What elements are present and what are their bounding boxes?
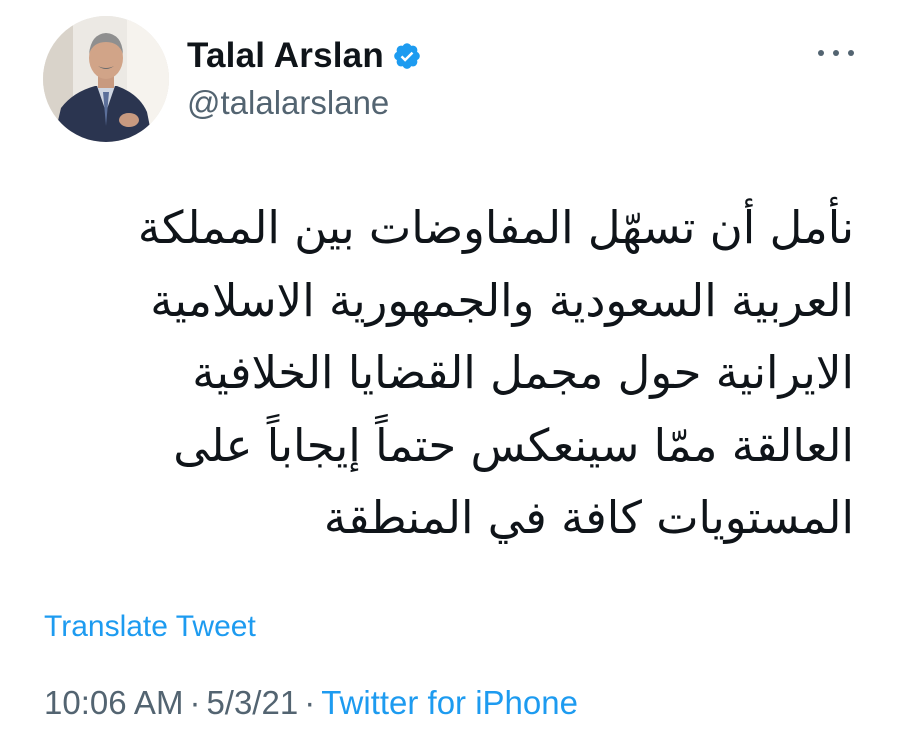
author-info: Talal Arslan @talalarslane [187,32,422,122]
more-options-icon[interactable] [818,46,854,60]
more-dot-icon [833,50,839,56]
tweet-text-line: المستويات كافة في المنطقة [323,491,854,544]
display-name[interactable]: Talal Arslan [187,36,384,76]
separator: · [189,684,201,721]
tweet-date[interactable]: 5/3/21 [206,684,298,721]
tweet-card: Talal Arslan @talalarslane نأمل أن تسهّل… [0,0,900,753]
avatar[interactable] [43,16,169,142]
tweet-text-line: نأمل أن تسهّل المفاوضات بين المملكة [137,201,854,254]
verified-badge-icon [392,41,422,71]
tweet-text: نأمل أن تسهّل المفاوضات بين المملكة العر… [114,192,854,555]
tweet-text-line: الايرانية حول مجمل القضايا الخلافية [192,346,854,399]
author-name-row: Talal Arslan [187,32,422,80]
tweet-meta: 10:06 AM · 5/3/21 · Twitter for iPhone [44,684,578,722]
avatar-photo [43,16,169,142]
tweet-source-link[interactable]: Twitter for iPhone [321,684,578,721]
more-dot-icon [848,50,854,56]
tweet-text-line: العالقة ممّا سينعكس حتماً إيجاباً على [173,418,854,472]
more-dot-icon [818,50,824,56]
handle[interactable]: @talalarslane [187,84,422,122]
separator: · [304,684,316,721]
tweet-text-line: العربية السعودية والجمهورية الاسلامية [150,273,854,327]
translate-tweet-link[interactable]: Translate Tweet [44,610,256,644]
tweet-time[interactable]: 10:06 AM [44,684,183,721]
